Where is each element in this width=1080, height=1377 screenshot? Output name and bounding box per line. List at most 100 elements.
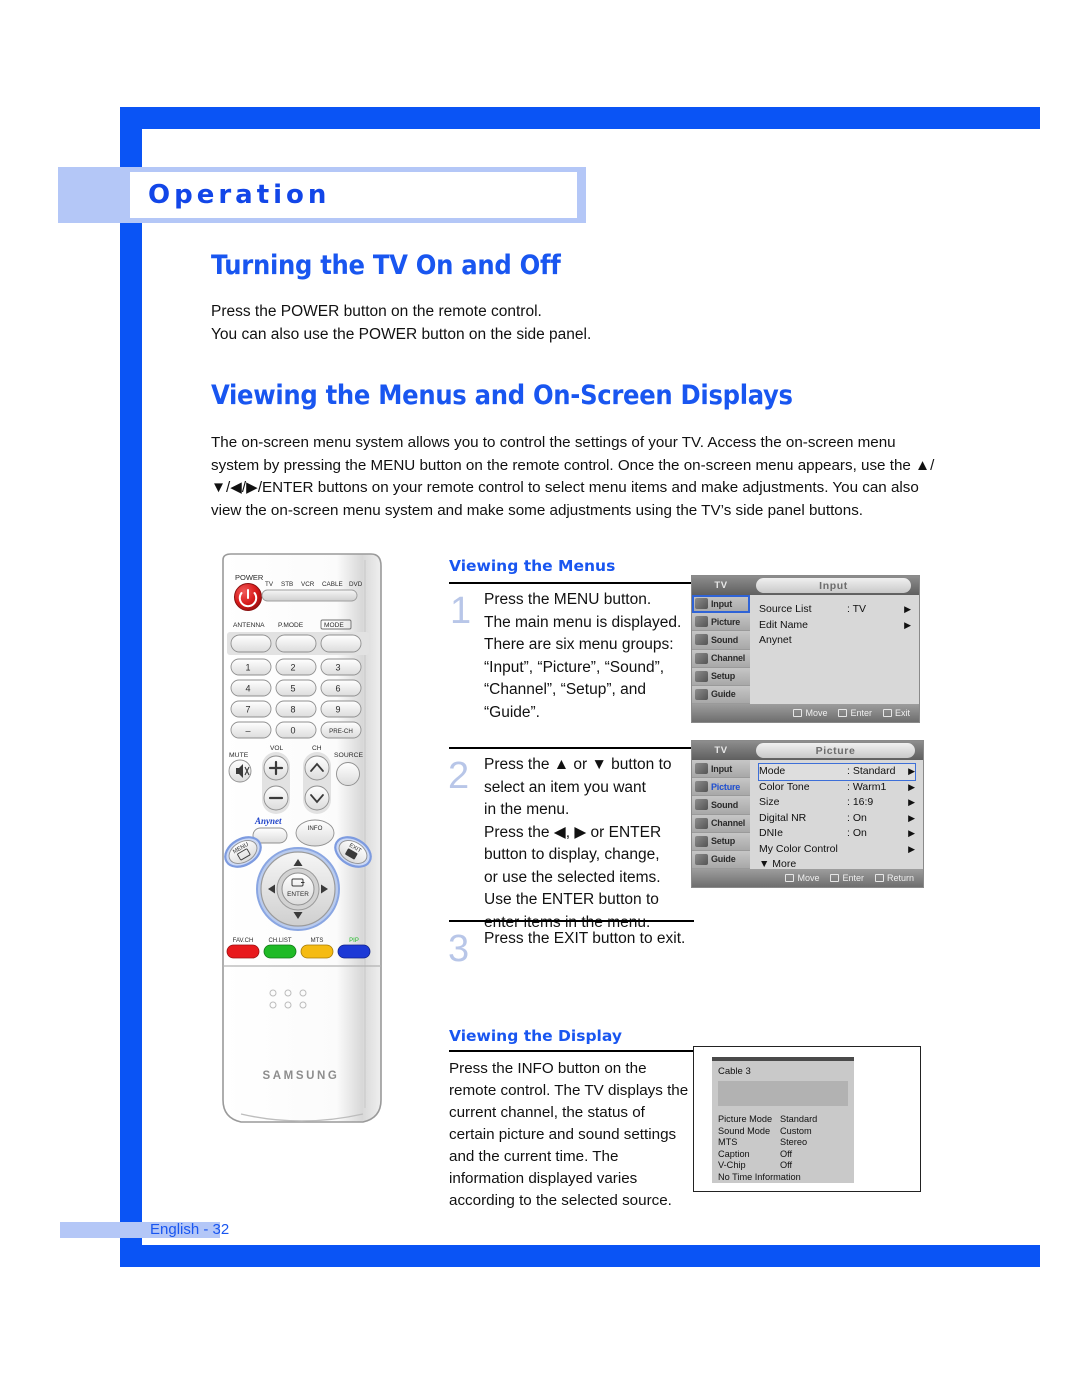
- osd-nav-guide[interactable]: Guide: [692, 685, 750, 705]
- osd-row-value: : Warm1: [847, 780, 887, 793]
- osd-nav-sound[interactable]: Sound: [692, 631, 750, 650]
- osd-row-key: Digital NR: [759, 811, 807, 824]
- osd-picture-title-pill: Picture: [756, 743, 915, 758]
- remote-vol-label: VOL: [270, 745, 284, 752]
- info-display-box: Cable 3 Picture Mode Standard Sound Mode…: [693, 1046, 921, 1192]
- divider-step-1: [449, 582, 694, 584]
- updown-icon: [785, 874, 795, 882]
- osd-footer-enter: Enter: [830, 873, 864, 883]
- svg-text:1: 1: [245, 663, 250, 673]
- osd-row-value: : TV: [847, 603, 867, 615]
- remote-pip-label: PIP: [349, 938, 359, 944]
- remote-pmode-label: P.MODE: [278, 622, 304, 629]
- osd-nav-channel[interactable]: Channel: [692, 814, 750, 833]
- key-6: [320, 679, 362, 697]
- osd-nav-setup[interactable]: Setup: [692, 667, 750, 686]
- remote-mode-bar: [261, 589, 358, 602]
- antenna-button: [230, 634, 272, 653]
- osd-picture-titlebar: TV Picture: [692, 741, 923, 760]
- step-number-3: 3: [448, 928, 470, 970]
- svg-text:0: 0: [290, 726, 295, 736]
- svg-text:3: 3: [335, 663, 340, 673]
- key-2: [275, 658, 317, 676]
- setup-icon: [695, 670, 708, 682]
- chevron-right-icon: ▶: [908, 812, 915, 823]
- osd-row[interactable]: My Color Control ▶: [759, 842, 915, 858]
- osd-footer-move: Move: [793, 708, 827, 718]
- page-frame-left: [120, 107, 142, 1267]
- chevron-right-icon: ▶: [908, 828, 915, 838]
- osd-nav-setup[interactable]: Setup: [692, 832, 750, 851]
- pmode-button: [275, 634, 317, 653]
- osd-nav-label: Channel: [711, 818, 746, 829]
- ch-down-button: [304, 785, 330, 811]
- chevron-right-icon: ▶: [908, 781, 915, 792]
- osd-row[interactable]: Anynet: [759, 633, 911, 649]
- osd-nav-guide[interactable]: Guide: [692, 850, 750, 870]
- osd-input-body: Input Picture Sound Channel Setup Guide …: [692, 595, 919, 705]
- osd-nav-picture[interactable]: Picture: [692, 778, 750, 797]
- info-button: [295, 819, 335, 847]
- osd-row[interactable]: Source List : TV ▶: [759, 602, 911, 618]
- chapter-header: Operation: [130, 172, 577, 218]
- divider-step-3: [449, 920, 694, 922]
- osd-picture-source-label: TV: [714, 745, 728, 756]
- osd-row-value: : On: [847, 811, 867, 824]
- key-3: [320, 658, 362, 676]
- osd-row[interactable]: Size : 16:9 ▶: [759, 795, 915, 811]
- osd-row[interactable]: Mode : Standard ▶: [758, 763, 916, 781]
- svg-text:6: 6: [335, 684, 340, 694]
- svg-text:9: 9: [335, 705, 340, 715]
- setup-icon: [695, 835, 708, 847]
- remote-chlist-label: CH.LIST: [268, 938, 291, 944]
- remote-mode-dvd: DVD: [349, 581, 363, 588]
- remote-mode-stb: STB: [281, 581, 293, 588]
- source-button: [336, 762, 360, 786]
- heading-viewing-menus-osd: Viewing the Menus and On-Screen Displays: [211, 380, 793, 411]
- remote-antenna-label: ANTENNA: [233, 622, 265, 629]
- info-channel-label: Cable 3: [718, 1066, 751, 1077]
- osd-nav-channel[interactable]: Channel: [692, 649, 750, 668]
- osd-nav-label: Setup: [711, 836, 736, 847]
- chevron-right-icon: ▶: [908, 843, 915, 854]
- remote-ch-label: CH: [312, 745, 322, 752]
- step-number-2: 2: [448, 755, 470, 797]
- ch-up-button: [304, 755, 330, 781]
- osd-row-key: Mode: [759, 765, 786, 777]
- osd-row-key: Source List: [759, 603, 812, 615]
- remote-enter-label: ENTER: [287, 891, 309, 898]
- mode-button: [320, 634, 362, 653]
- osd-row-value: : On: [847, 827, 867, 839]
- osd-nav-picture[interactable]: Picture: [692, 613, 750, 632]
- input-icon: [695, 763, 708, 775]
- osd-row-key: DNIe: [759, 827, 783, 839]
- favch-button: [226, 944, 260, 959]
- subheading-viewing-the-menus: Viewing the Menus: [449, 557, 616, 575]
- osd-row[interactable]: Digital NR : On ▶: [759, 811, 915, 827]
- osd-footer-move: Move: [785, 873, 819, 883]
- osd-nav-label: Guide: [711, 854, 736, 865]
- info-row: Sound Mode Custom: [718, 1125, 812, 1136]
- enter-button: [281, 872, 315, 906]
- osd-footer-enter: Enter: [838, 708, 872, 718]
- info-row: Picture Mode Standard: [718, 1114, 818, 1124]
- osd-row[interactable]: Color Tone : Warm1 ▶: [759, 780, 915, 796]
- osd-row-key: Size: [759, 796, 780, 808]
- osd-nav-input[interactable]: Input: [692, 760, 750, 779]
- osd-input-content: Source List : TV ▶ Edit Name ▶ Anynet: [750, 595, 919, 704]
- osd-nav-label: Channel: [711, 653, 746, 664]
- enter-icon: [830, 874, 840, 882]
- osd-picture-content: Mode : Standard ▶ Color Tone : Warm1 ▶ S…: [750, 760, 923, 870]
- remote-mode-label: MODE: [324, 622, 344, 629]
- subheading-viewing-the-display: Viewing the Display: [449, 1027, 622, 1045]
- osd-nav-sound[interactable]: Sound: [692, 796, 750, 815]
- osd-nav-input[interactable]: Input: [692, 595, 750, 614]
- key-1: [230, 658, 272, 676]
- sound-icon: [695, 634, 708, 646]
- info-row: MTS Stereo: [718, 1137, 808, 1147]
- channel-icon: [695, 817, 708, 829]
- osd-row[interactable]: DNIe : On ▶: [759, 826, 915, 842]
- guide-icon: [695, 688, 708, 700]
- osd-row[interactable]: Edit Name ▶: [759, 618, 911, 634]
- svg-text:–: –: [245, 726, 250, 736]
